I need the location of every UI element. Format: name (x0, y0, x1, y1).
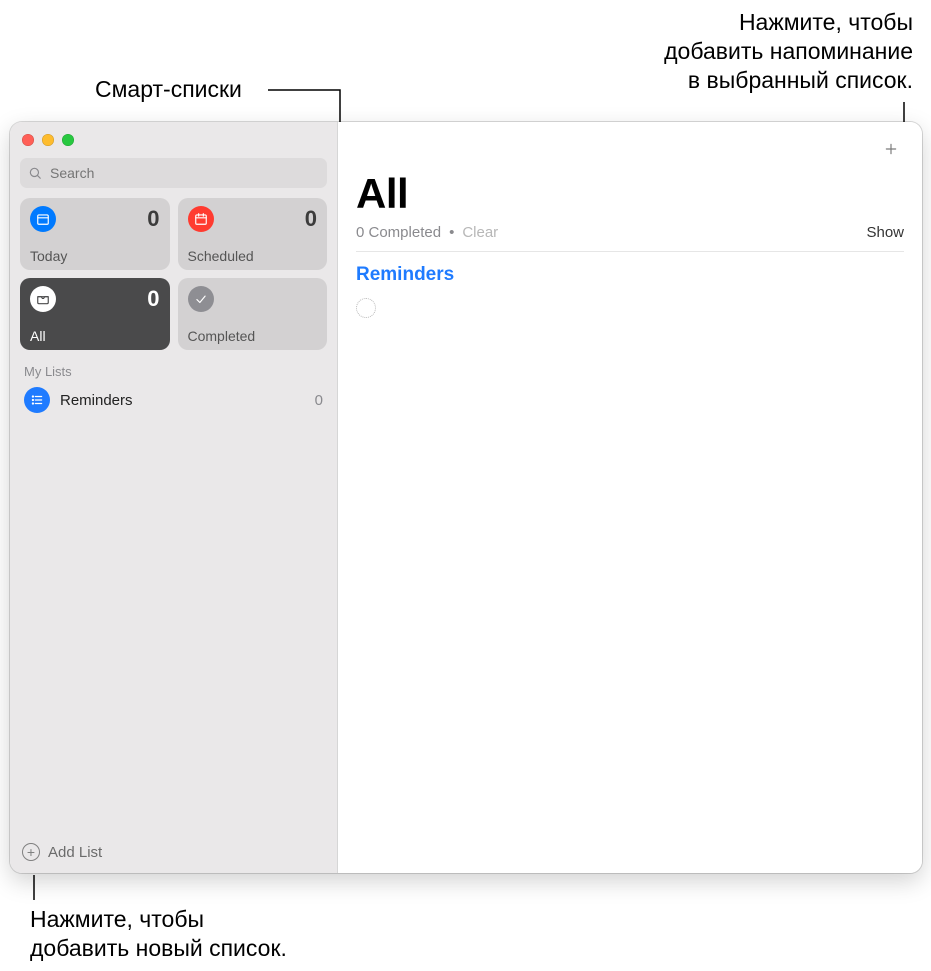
list-row-reminders[interactable]: Reminders 0 (10, 383, 337, 417)
show-button[interactable]: Show (866, 224, 904, 241)
smart-list-label: Completed (188, 328, 318, 344)
window-traffic-lights (10, 122, 337, 154)
smart-list-count: 0 (147, 286, 159, 312)
add-list-label: Add List (48, 844, 102, 861)
group-title: Reminders (356, 252, 904, 294)
close-button[interactable] (22, 134, 34, 146)
smart-list-scheduled[interactable]: 0 Scheduled (178, 198, 328, 270)
callout-add-list: Нажмите, чтобы добавить новый список. (30, 905, 287, 963)
smart-list-all[interactable]: 0 All (20, 278, 170, 350)
clear-button[interactable]: Clear (462, 224, 498, 241)
smart-list-label: Today (30, 248, 160, 264)
smart-list-count: 0 (305, 206, 317, 232)
sidebar: 0 Today 0 Scheduled (10, 122, 338, 873)
list-bullet-icon (24, 387, 50, 413)
inbox-icon (30, 286, 56, 312)
callout-text: Нажмите, чтобы добавить новый список. (30, 905, 287, 963)
calendar-today-icon (30, 206, 56, 232)
callout-text: Нажмите, чтобы добавить напоминание в вы… (664, 8, 913, 94)
smart-list-label: All (30, 328, 160, 344)
checkmark-icon (188, 286, 214, 312)
completed-count-text: 0 Completed (356, 224, 441, 241)
list-name: Reminders (60, 392, 305, 409)
smart-lists-grid: 0 Today 0 Scheduled (10, 198, 337, 350)
search-input[interactable] (20, 158, 327, 188)
calendar-icon (188, 206, 214, 232)
main-content: All 0 Completed • Clear Show Reminders (338, 122, 922, 873)
page-title: All (356, 122, 904, 218)
new-reminder-row[interactable] (356, 294, 904, 322)
minimize-button[interactable] (42, 134, 54, 146)
search-field[interactable] (48, 164, 319, 182)
add-reminder-button[interactable] (878, 136, 904, 162)
plus-circle-icon: + (22, 843, 40, 861)
app-window: 0 Today 0 Scheduled (10, 122, 922, 873)
callout-add-reminder: Нажмите, чтобы добавить напоминание в вы… (664, 8, 913, 94)
my-lists-header: My Lists (10, 350, 337, 383)
callout-smart-lists: Смарт-списки (95, 75, 242, 104)
search-icon (28, 166, 42, 180)
plus-icon (884, 138, 898, 160)
smart-list-today[interactable]: 0 Today (20, 198, 170, 270)
callout-text: Смарт-списки (95, 76, 242, 102)
smart-list-completed[interactable]: Completed (178, 278, 328, 350)
add-list-button[interactable]: + Add List (10, 833, 337, 873)
reminder-checkbox-icon[interactable] (356, 298, 376, 318)
smart-list-label: Scheduled (188, 248, 318, 264)
smart-list-count: 0 (147, 206, 159, 232)
list-count: 0 (315, 392, 323, 409)
zoom-button[interactable] (62, 134, 74, 146)
